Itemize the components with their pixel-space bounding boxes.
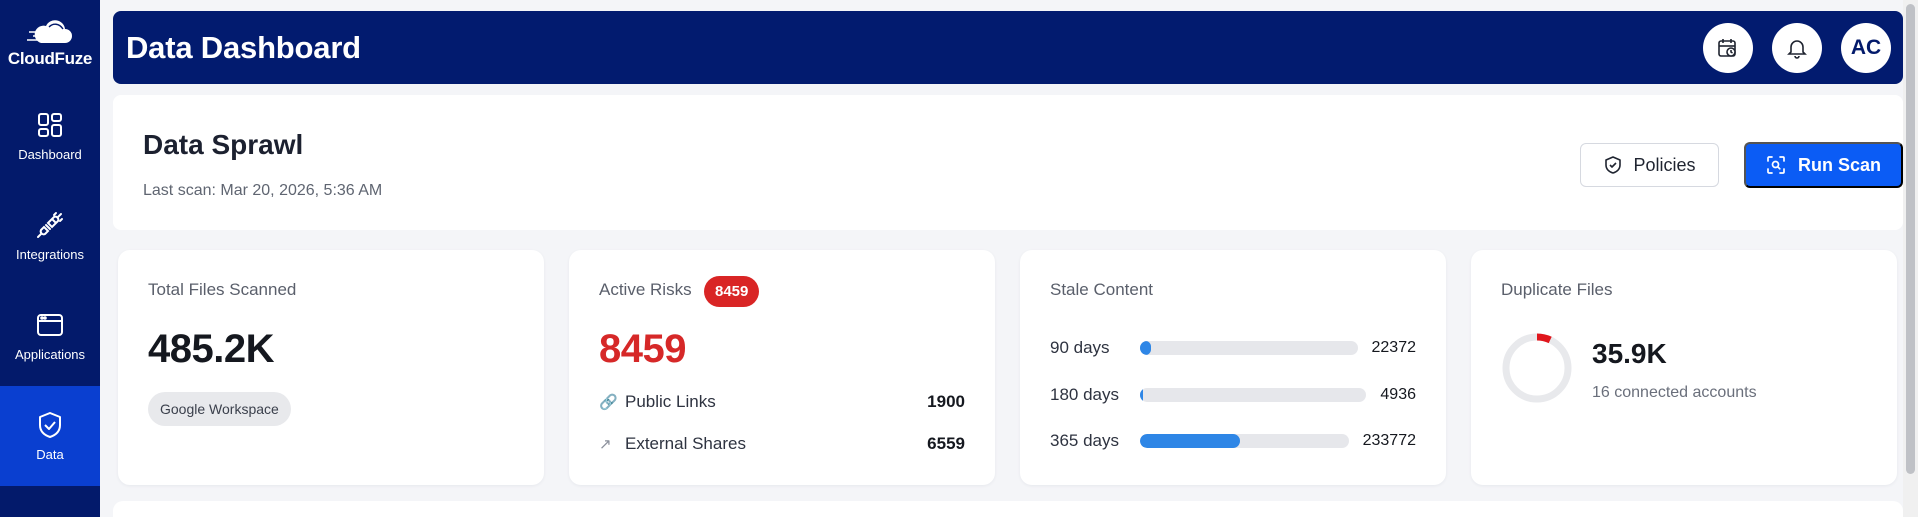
sidebar-item-dashboard[interactable]: Dashboard (0, 86, 100, 186)
bell-icon (1787, 40, 1807, 59)
run-scan-label: Run Scan (1797, 154, 1881, 175)
external-shares-row[interactable]: ↗ External Shares 6559 (599, 432, 965, 456)
external-arrow-icon: ↗ (599, 436, 612, 453)
row-value: 22372 (1371, 339, 1417, 356)
row-label: Public Links (625, 392, 716, 411)
top-bar: Data Dashboard AC (113, 11, 1903, 84)
avatar-initials: AC (1850, 36, 1882, 59)
row-label: 180 days (1050, 385, 1119, 404)
public-links-row[interactable]: 🔗 Public Links 1900 (599, 390, 965, 414)
scrollbar-thumb[interactable] (1906, 4, 1915, 474)
card-title: Active Risks (599, 280, 692, 299)
section-header: Data Sprawl Last scan: Mar 20, 2026, 5:3… (113, 95, 1903, 230)
last-scan-text: Last scan: Mar 20, 2026, 5:36 AM (143, 182, 383, 199)
duplicate-files-value: 35.9K (1592, 338, 1667, 369)
row-value: 4936 (1380, 386, 1416, 403)
stale-row-180-days: 180 days 4936 (1050, 384, 1416, 406)
plug-icon (37, 211, 63, 238)
total-files-value: 485.2K (148, 327, 274, 371)
brand-name: CloudFuze (7, 49, 93, 68)
sidebar-item-label: Integrations (16, 246, 84, 262)
sidebar-item-applications[interactable]: Applications (0, 286, 100, 386)
ring-track (1502, 333, 1572, 403)
section-title: Data Sprawl (143, 129, 304, 160)
duplicate-ring-chart (1502, 333, 1572, 403)
cloudfuze-logo-icon (27, 20, 72, 43)
run-scan-button[interactable]: Run Scan (1744, 142, 1903, 188)
sidebar-item-label: Data (36, 446, 64, 462)
user-avatar[interactable]: AC (1841, 23, 1891, 73)
progress-track (1140, 388, 1367, 402)
sidebar-item-label: Applications (14, 346, 86, 362)
source-badge: Google Workspace (148, 392, 291, 426)
window-icon (37, 313, 63, 336)
progress-fill (1140, 388, 1144, 402)
card-title: Total Files Scanned (148, 280, 297, 299)
sidebar: CloudFuze Dashboard Integrations Applica… (0, 0, 100, 517)
duplicate-files-card: Duplicate Files 35.9K 16 connected accou… (1471, 250, 1897, 485)
calendar-clock-icon (1718, 39, 1736, 57)
scan-icon (1767, 156, 1785, 174)
stale-row-90-days: 90 days 22372 (1050, 337, 1416, 359)
schedule-button[interactable] (1703, 23, 1753, 73)
sidebar-item-label: Dashboard (18, 146, 82, 162)
progress-track (1140, 434, 1349, 448)
sidebar-item-integrations[interactable]: Integrations (0, 186, 100, 286)
dashboard-icon (38, 112, 62, 137)
row-value: 233772 (1362, 432, 1416, 449)
card-title: Duplicate Files (1501, 280, 1613, 299)
link-icon: 🔗 (599, 394, 618, 411)
shield-check-icon (39, 411, 61, 438)
row-label: External Shares (625, 434, 746, 453)
notifications-button[interactable] (1772, 23, 1822, 73)
row-label: 90 days (1050, 338, 1110, 357)
row-value: 6559 (927, 434, 965, 453)
connected-accounts-text: 16 connected accounts (1592, 384, 1757, 401)
progress-track (1140, 341, 1358, 355)
risk-count-badge: 8459 (704, 276, 760, 307)
page-title: Data Dashboard (126, 29, 361, 65)
policies-label: Policies (1633, 154, 1696, 175)
stale-row-365-days: 365 days 233772 (1050, 430, 1416, 452)
total-files-card: Total Files Scanned 485.2K Google Worksp… (118, 250, 544, 485)
progress-fill (1140, 434, 1241, 448)
row-label: 365 days (1050, 431, 1119, 450)
active-risks-value: 8459 (599, 327, 686, 371)
shield-check-icon (1605, 156, 1622, 174)
brand-logo[interactable]: CloudFuze (0, 0, 100, 86)
next-section-card (113, 501, 1903, 517)
policies-button[interactable]: Policies (1580, 143, 1719, 187)
page-scrollbar[interactable] (1903, 0, 1918, 517)
sidebar-item-data[interactable]: Data (0, 386, 100, 486)
card-title: Stale Content (1050, 280, 1154, 299)
row-value: 1900 (927, 392, 965, 411)
progress-fill (1140, 341, 1151, 355)
